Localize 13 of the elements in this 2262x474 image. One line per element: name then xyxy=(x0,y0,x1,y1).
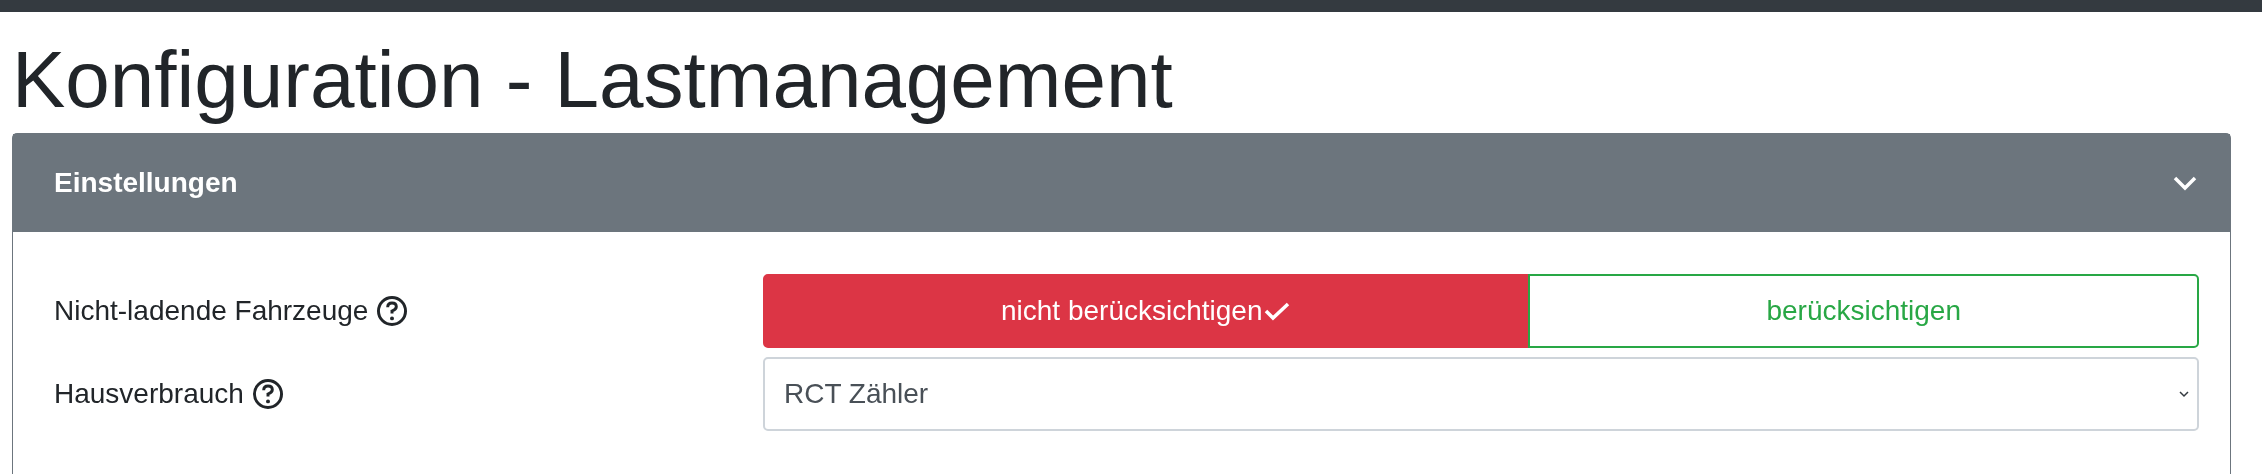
field-label: Hausverbrauch xyxy=(54,378,244,410)
chevron-icon xyxy=(2172,175,2198,191)
card-header[interactable]: Einstellungen xyxy=(13,134,2230,232)
help-icon[interactable] xyxy=(251,378,284,410)
toggle-option[interactable]: nicht berücksichtigen xyxy=(763,274,1529,348)
select-field[interactable]: RCT Zähler xyxy=(763,357,2199,431)
help-icon[interactable] xyxy=(376,295,409,327)
field-label: Nicht-ladende Fahrzeuge xyxy=(54,295,369,327)
page-title: Konfiguration - Lastmanagement xyxy=(11,34,1174,126)
card-title: Einstellungen xyxy=(54,167,238,199)
toggle-option[interactable]: berücksichtigen xyxy=(1528,274,2199,348)
check-icon xyxy=(1264,301,1291,321)
caret-icon xyxy=(2179,390,2189,398)
